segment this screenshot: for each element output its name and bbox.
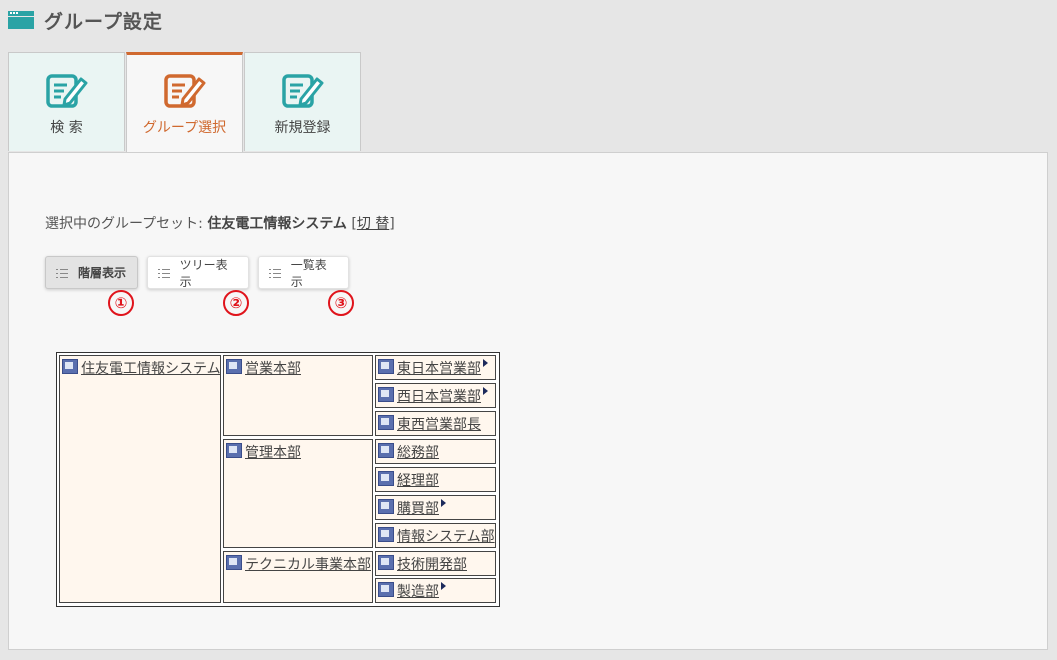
bracket-close: ] — [389, 216, 395, 232]
group-link[interactable]: 営業本部 — [245, 358, 301, 378]
tab-bar: 検 索 グループ選択 新規登録 — [8, 52, 362, 153]
content-panel: 選択中のグループセット: 住友電工情報システム [切 替] 階層表示 ツリー表示… — [8, 152, 1048, 650]
group-cell-division[interactable]: テクニカル事業本部 — [223, 551, 373, 603]
group-link[interactable]: 購買部 — [397, 498, 439, 518]
marker-1: ① — [108, 290, 134, 316]
group-icon — [226, 555, 242, 570]
list-icon — [56, 268, 68, 278]
list-icon — [158, 268, 170, 278]
page-header: グループ設定 — [8, 8, 163, 33]
group-icon — [378, 443, 394, 458]
marker-2: ② — [223, 290, 249, 316]
group-cell-department[interactable]: 経理部 — [375, 467, 496, 492]
group-cell-department[interactable]: 購買部 — [375, 495, 496, 520]
group-link[interactable]: 技術開発部 — [397, 554, 467, 574]
tab-group-select[interactable]: グループ選択 — [126, 52, 243, 153]
group-icon — [378, 499, 394, 514]
group-link[interactable]: 管理本部 — [245, 442, 301, 462]
expand-arrow-icon[interactable] — [441, 499, 446, 507]
group-link[interactable]: 西日本営業部 — [397, 386, 481, 406]
button-label: 一覧表示 — [290, 257, 327, 289]
switch-link[interactable]: 切 替 — [357, 216, 389, 232]
button-label: 階層表示 — [78, 266, 127, 280]
group-icon — [378, 555, 394, 570]
group-icon — [62, 359, 78, 374]
group-cell-department[interactable]: 総務部 — [375, 439, 496, 464]
group-icon — [378, 582, 394, 597]
group-link[interactable]: 住友電工情報システム — [81, 358, 220, 378]
bracket-open: [ — [346, 216, 357, 232]
tab-search[interactable]: 検 索 — [8, 52, 125, 151]
page-title: グループ設定 — [44, 10, 163, 33]
group-cell-department[interactable]: 情報システム部 — [375, 523, 496, 548]
group-cell-department[interactable]: 製造部 — [375, 578, 496, 603]
group-icon — [378, 359, 394, 374]
expand-arrow-icon[interactable] — [483, 359, 488, 367]
group-cell-division[interactable]: 管理本部 — [223, 439, 373, 548]
edit-icon — [163, 74, 205, 108]
group-cell-division[interactable]: 営業本部 — [223, 355, 373, 436]
group-cell-department[interactable]: 西日本営業部 — [375, 383, 496, 408]
group-link[interactable]: 情報システム部 — [397, 526, 495, 546]
list-icon — [269, 268, 281, 278]
edit-icon — [281, 74, 323, 108]
group-link[interactable]: 経理部 — [397, 470, 439, 490]
tree-view-button[interactable]: ツリー表示 — [147, 256, 249, 289]
group-set-line: 選択中のグループセット: 住友電工情報システム [切 替] — [45, 213, 395, 233]
button-label: ツリー表示 — [179, 257, 228, 289]
expand-arrow-icon[interactable] — [441, 582, 446, 590]
group-set-name: 住友電工情報システム — [207, 216, 347, 232]
group-link[interactable]: テクニカル事業本部 — [245, 554, 371, 574]
group-link[interactable]: 東日本営業部 — [397, 358, 481, 378]
marker-3: ③ — [328, 290, 354, 316]
hierarchy-grid: 住友電工情報システム 営業本部 管理本部 テクニカル事業本部 東日本営業部 西日… — [56, 352, 500, 607]
list-view-button[interactable]: 一覧表示 — [258, 256, 349, 289]
group-icon — [378, 415, 394, 430]
group-link[interactable]: 東西営業部長 — [397, 414, 481, 434]
tab-new-register[interactable]: 新規登録 — [244, 52, 361, 151]
expand-arrow-icon[interactable] — [483, 387, 488, 395]
edit-icon — [45, 74, 87, 108]
group-icon — [378, 387, 394, 402]
group-icon — [378, 471, 394, 486]
group-cell-department[interactable]: 東日本営業部 — [375, 355, 496, 380]
group-cell-department[interactable]: 東西営業部長 — [375, 411, 496, 436]
group-icon — [226, 359, 242, 374]
group-link[interactable]: 製造部 — [397, 581, 439, 601]
hierarchy-view-button[interactable]: 階層表示 — [45, 256, 138, 289]
group-icon — [226, 443, 242, 458]
group-icon — [378, 527, 394, 542]
tab-label: 検 索 — [50, 120, 83, 136]
window-icon — [8, 11, 34, 29]
tab-label: グループ選択 — [142, 120, 227, 136]
group-cell-department[interactable]: 技術開発部 — [375, 551, 496, 576]
group-set-prefix: 選択中のグループセット: — [45, 216, 208, 232]
group-cell-root[interactable]: 住友電工情報システム — [59, 355, 221, 603]
group-link[interactable]: 総務部 — [397, 442, 439, 462]
tab-label: 新規登録 — [274, 120, 331, 136]
